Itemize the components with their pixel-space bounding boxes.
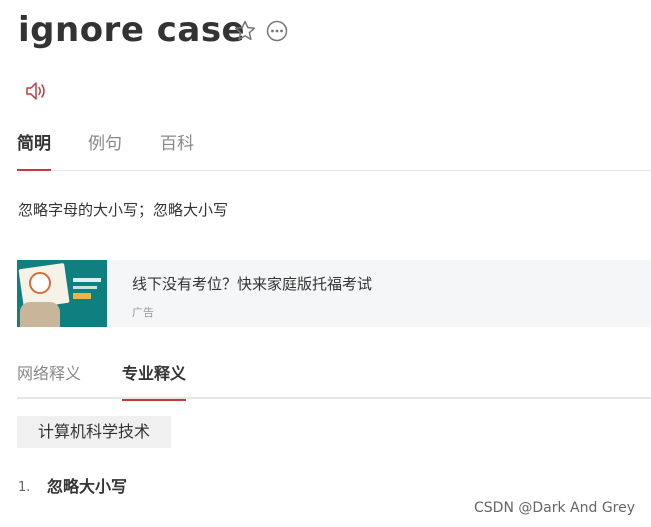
ad-thumbnail[interactable] xyxy=(17,260,107,327)
category-tag[interactable]: 计算机科学技术 xyxy=(17,416,171,448)
ad-label: 广告 xyxy=(132,306,154,319)
tab-professional-meaning[interactable]: 专业释义 xyxy=(122,355,187,401)
more-icon[interactable] xyxy=(265,19,289,43)
ad-title[interactable]: 线下没有考位？快来家庭版托福考试 xyxy=(132,273,372,295)
word-title: ignore case xyxy=(18,10,246,50)
tab-web-meaning[interactable]: 网络释义 xyxy=(17,355,81,399)
watermark: CSDN @Dark And Grey xyxy=(474,500,636,516)
meaning-tabs: 网络释义 专业释义 xyxy=(17,355,651,401)
list-item-number: 1. xyxy=(18,480,31,495)
list-item-text: 忽略大小写 xyxy=(47,477,128,496)
tab-encyclopedia[interactable]: 百科 xyxy=(160,128,194,170)
speaker-icon[interactable] xyxy=(24,80,50,102)
tab-concise[interactable]: 简明 xyxy=(17,128,51,171)
star-icon[interactable] xyxy=(233,19,257,43)
ad-banner[interactable]: 线下没有考位？快来家庭版托福考试 广告 xyxy=(17,260,651,327)
tab-examples[interactable]: 例句 xyxy=(88,128,122,170)
definition-tabs: 简明 例句 百科 xyxy=(17,128,651,171)
definition-text: 忽略字母的大小写；忽略大小写 xyxy=(18,201,229,219)
